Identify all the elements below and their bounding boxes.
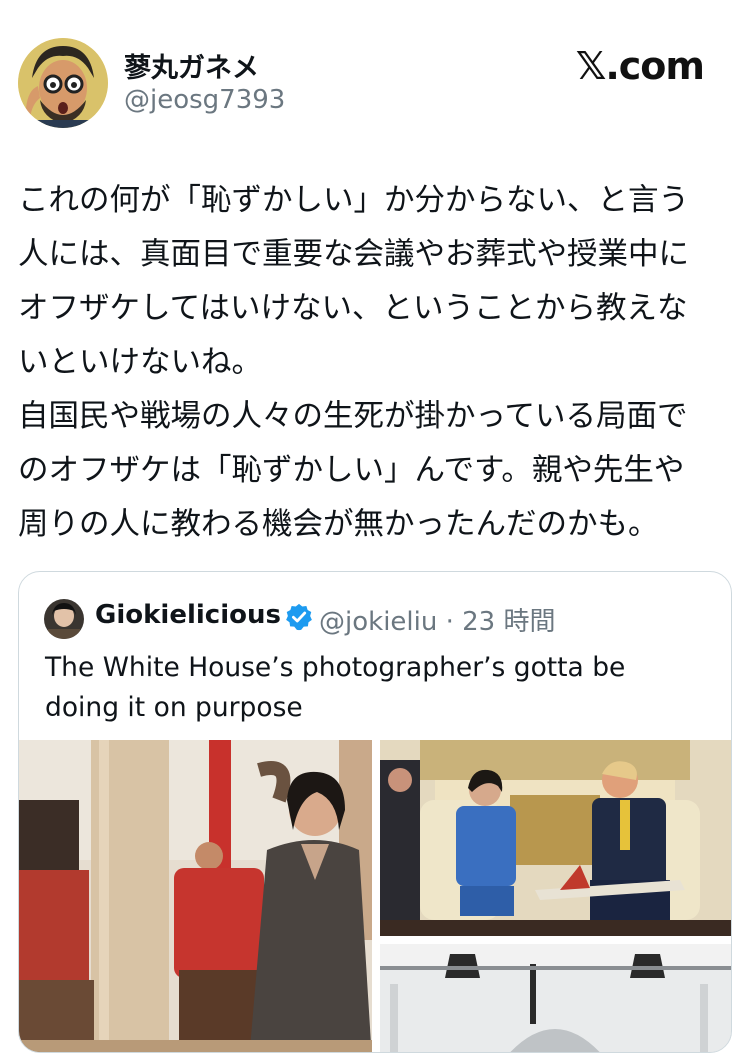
quoted-display-name[interactable]: Giokielicious: [95, 600, 281, 630]
photo-white-house-exterior[interactable]: [380, 944, 731, 1052]
author-handle[interactable]: @jeosg7393: [124, 85, 285, 115]
quoted-handle-time[interactable]: @jokieliu · 23 時間: [319, 601, 555, 638]
cartoon-man-avatar-icon: [18, 38, 108, 128]
author-display-name[interactable]: 蓼丸ガネメ: [124, 46, 259, 85]
photo-woman-cheering[interactable]: [19, 740, 372, 1052]
author-avatar[interactable]: [18, 38, 108, 128]
quoted-post-card[interactable]: Giokielicious @jokieliu · 23 時間 The Whit…: [18, 571, 732, 1053]
quoted-author-avatar[interactable]: [44, 599, 84, 639]
quoted-post-text: The White House’s photographer’s gotta b…: [45, 652, 626, 723]
photo-white-house-image: [380, 944, 731, 1052]
photo-oval-office-meeting[interactable]: [380, 740, 731, 936]
site-label: 𝕏.com: [575, 44, 705, 88]
quoted-avatar-icon: [44, 599, 84, 639]
verified-badge-icon: [286, 603, 312, 631]
post-text: これの何が「恥ずかしい」か分からない、と言う 人には、真面目で重要な会議やお葬式…: [18, 183, 689, 542]
photo-oval-office-image: [380, 740, 731, 936]
photo-woman-cheering-image: [19, 740, 372, 1052]
